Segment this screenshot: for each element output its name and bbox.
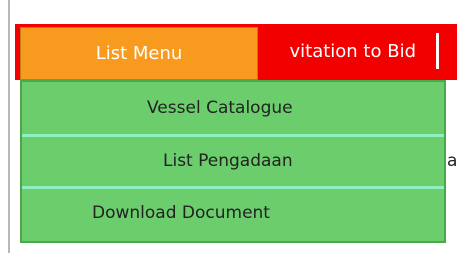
menu-item-label: Vessel Catalogue bbox=[147, 98, 293, 118]
page: vitation to Bid List Menu a Vessel Catal… bbox=[0, 0, 457, 253]
menu-item-label: List Pengadaan bbox=[163, 151, 293, 171]
menu-item-vessel-catalogue[interactable]: Vessel Catalogue bbox=[22, 84, 444, 133]
left-border bbox=[8, 0, 10, 253]
menu-item-download-document[interactable]: Download Document bbox=[22, 189, 444, 238]
nav-tab-label: vitation to Bid bbox=[289, 41, 416, 62]
menu-item-label: Download Document bbox=[92, 203, 270, 223]
nav-divider bbox=[436, 33, 439, 69]
background-text-fragment: a bbox=[447, 151, 457, 171]
list-menu-dropdown: Vessel Catalogue List Pengadaan Download… bbox=[20, 80, 446, 243]
menu-item-list-pengadaan[interactable]: List Pengadaan bbox=[22, 137, 444, 186]
nav-tab-invitation-to-bid[interactable]: vitation to Bid bbox=[256, 24, 434, 80]
list-menu-button[interactable]: List Menu bbox=[20, 27, 258, 80]
